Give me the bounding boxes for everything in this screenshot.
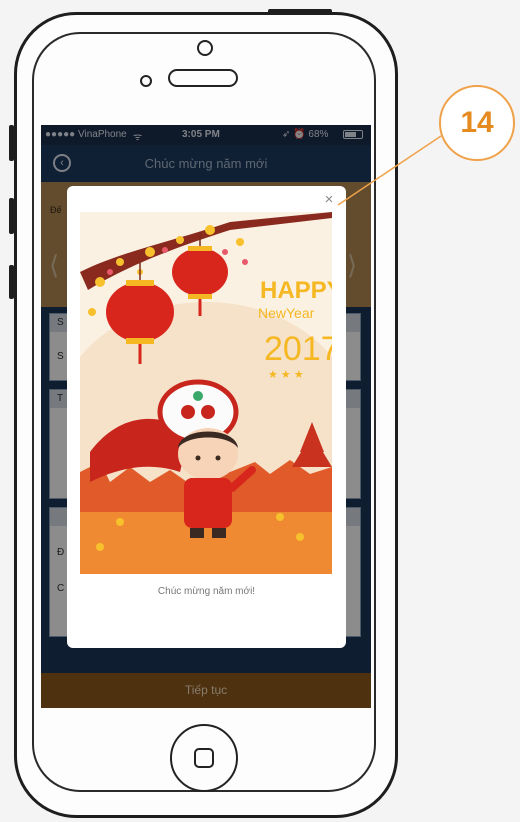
callout-number-badge: 14 [439,85,515,161]
